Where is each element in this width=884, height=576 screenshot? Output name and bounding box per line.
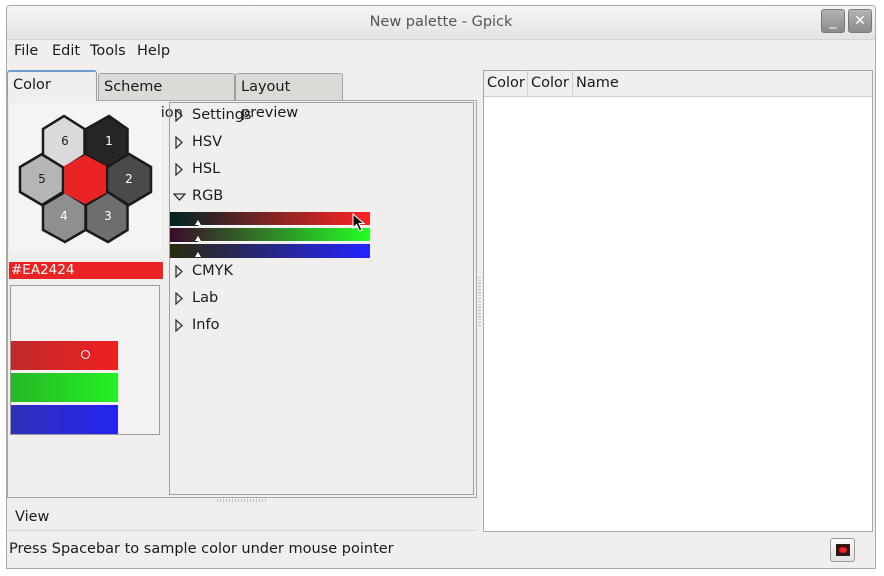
view-expander[interactable]: View xyxy=(15,509,49,525)
color-sample-icon xyxy=(836,544,850,556)
minimize-button[interactable]: _ xyxy=(821,9,845,33)
menu-file[interactable]: File xyxy=(14,43,38,59)
column-header-name[interactable]: Name xyxy=(573,71,873,95)
tree-label: Settings xyxy=(192,107,252,123)
color-space-tree: Settings HSV HSL RGB CMYK Lab Info xyxy=(169,102,474,495)
red-slider-thumb[interactable] xyxy=(195,220,201,225)
red-slider[interactable] xyxy=(170,212,370,226)
palette-list[interactable]: Color Color Name xyxy=(483,70,873,532)
expander-right-icon xyxy=(175,136,183,149)
divider xyxy=(7,530,477,531)
tree-label: CMYK xyxy=(192,263,234,279)
tree-label: RGB xyxy=(192,188,224,204)
tab-color-picker[interactable]: Color picker xyxy=(7,70,97,119)
status-bar: Press Spacebar to sample color under mou… xyxy=(7,534,875,568)
expander-right-icon xyxy=(175,109,183,122)
title-bar: New palette - Gpick _ ✕ xyxy=(7,6,875,40)
swatch-label-6: 6 xyxy=(61,134,69,148)
tab-underline xyxy=(97,100,477,101)
menu-edit[interactable]: Edit xyxy=(52,43,80,59)
tree-label: Lab xyxy=(192,290,219,306)
swatch-label-5: 5 xyxy=(38,172,46,186)
column-header-color[interactable]: Color xyxy=(484,71,528,95)
swatch-label-1: 1 xyxy=(105,134,113,148)
green-bar xyxy=(11,373,118,402)
column-header-color-2[interactable]: Color xyxy=(528,71,573,95)
menu-tools[interactable]: Tools xyxy=(90,43,126,59)
expander-down-icon xyxy=(173,193,186,201)
slider-track-line xyxy=(198,225,370,226)
green-slider[interactable] xyxy=(170,228,370,242)
tree-label: Info xyxy=(192,317,220,333)
green-slider-thumb[interactable] xyxy=(195,236,201,241)
expander-right-icon xyxy=(175,265,183,278)
swatch-label-3: 3 xyxy=(104,209,112,223)
zoomed-preview[interactable] xyxy=(10,285,160,435)
menu-help[interactable]: Help xyxy=(137,43,170,59)
pane-resize-handle-vertical[interactable] xyxy=(478,276,481,326)
red-level-marker[interactable] xyxy=(81,350,90,359)
red-bar xyxy=(11,341,118,370)
pane-resize-handle[interactable] xyxy=(217,499,267,502)
tree-label: HSL xyxy=(192,161,221,177)
swatch-label-4: 4 xyxy=(60,209,68,223)
menu-bar: File Edit Tools Help xyxy=(7,40,875,64)
expander-right-icon xyxy=(175,319,183,332)
tab-layout-preview[interactable]: Layout preview xyxy=(235,73,343,121)
tab-scheme-generation[interactable]: Scheme generation xyxy=(98,73,235,121)
swatch-label-2: 2 xyxy=(125,172,133,186)
blue-slider[interactable] xyxy=(170,244,370,258)
blue-slider-thumb[interactable] xyxy=(195,252,201,257)
mouse-cursor-icon xyxy=(352,213,366,232)
color-hex-field[interactable]: #EA2424 xyxy=(9,262,163,279)
palette-list-header: Color Color Name xyxy=(484,71,872,97)
expander-right-icon xyxy=(175,163,183,176)
window-title: New palette - Gpick xyxy=(369,14,513,30)
close-button[interactable]: ✕ xyxy=(848,9,872,33)
sample-color-button[interactable] xyxy=(830,538,855,562)
blue-bar xyxy=(11,405,118,434)
status-text: Press Spacebar to sample color under mou… xyxy=(9,541,394,557)
slider-track-line xyxy=(198,241,370,242)
app-window: New palette - Gpick _ ✕ File Edit Tools … xyxy=(6,5,876,569)
tree-label: HSV xyxy=(192,134,223,150)
expander-right-icon xyxy=(175,292,183,305)
